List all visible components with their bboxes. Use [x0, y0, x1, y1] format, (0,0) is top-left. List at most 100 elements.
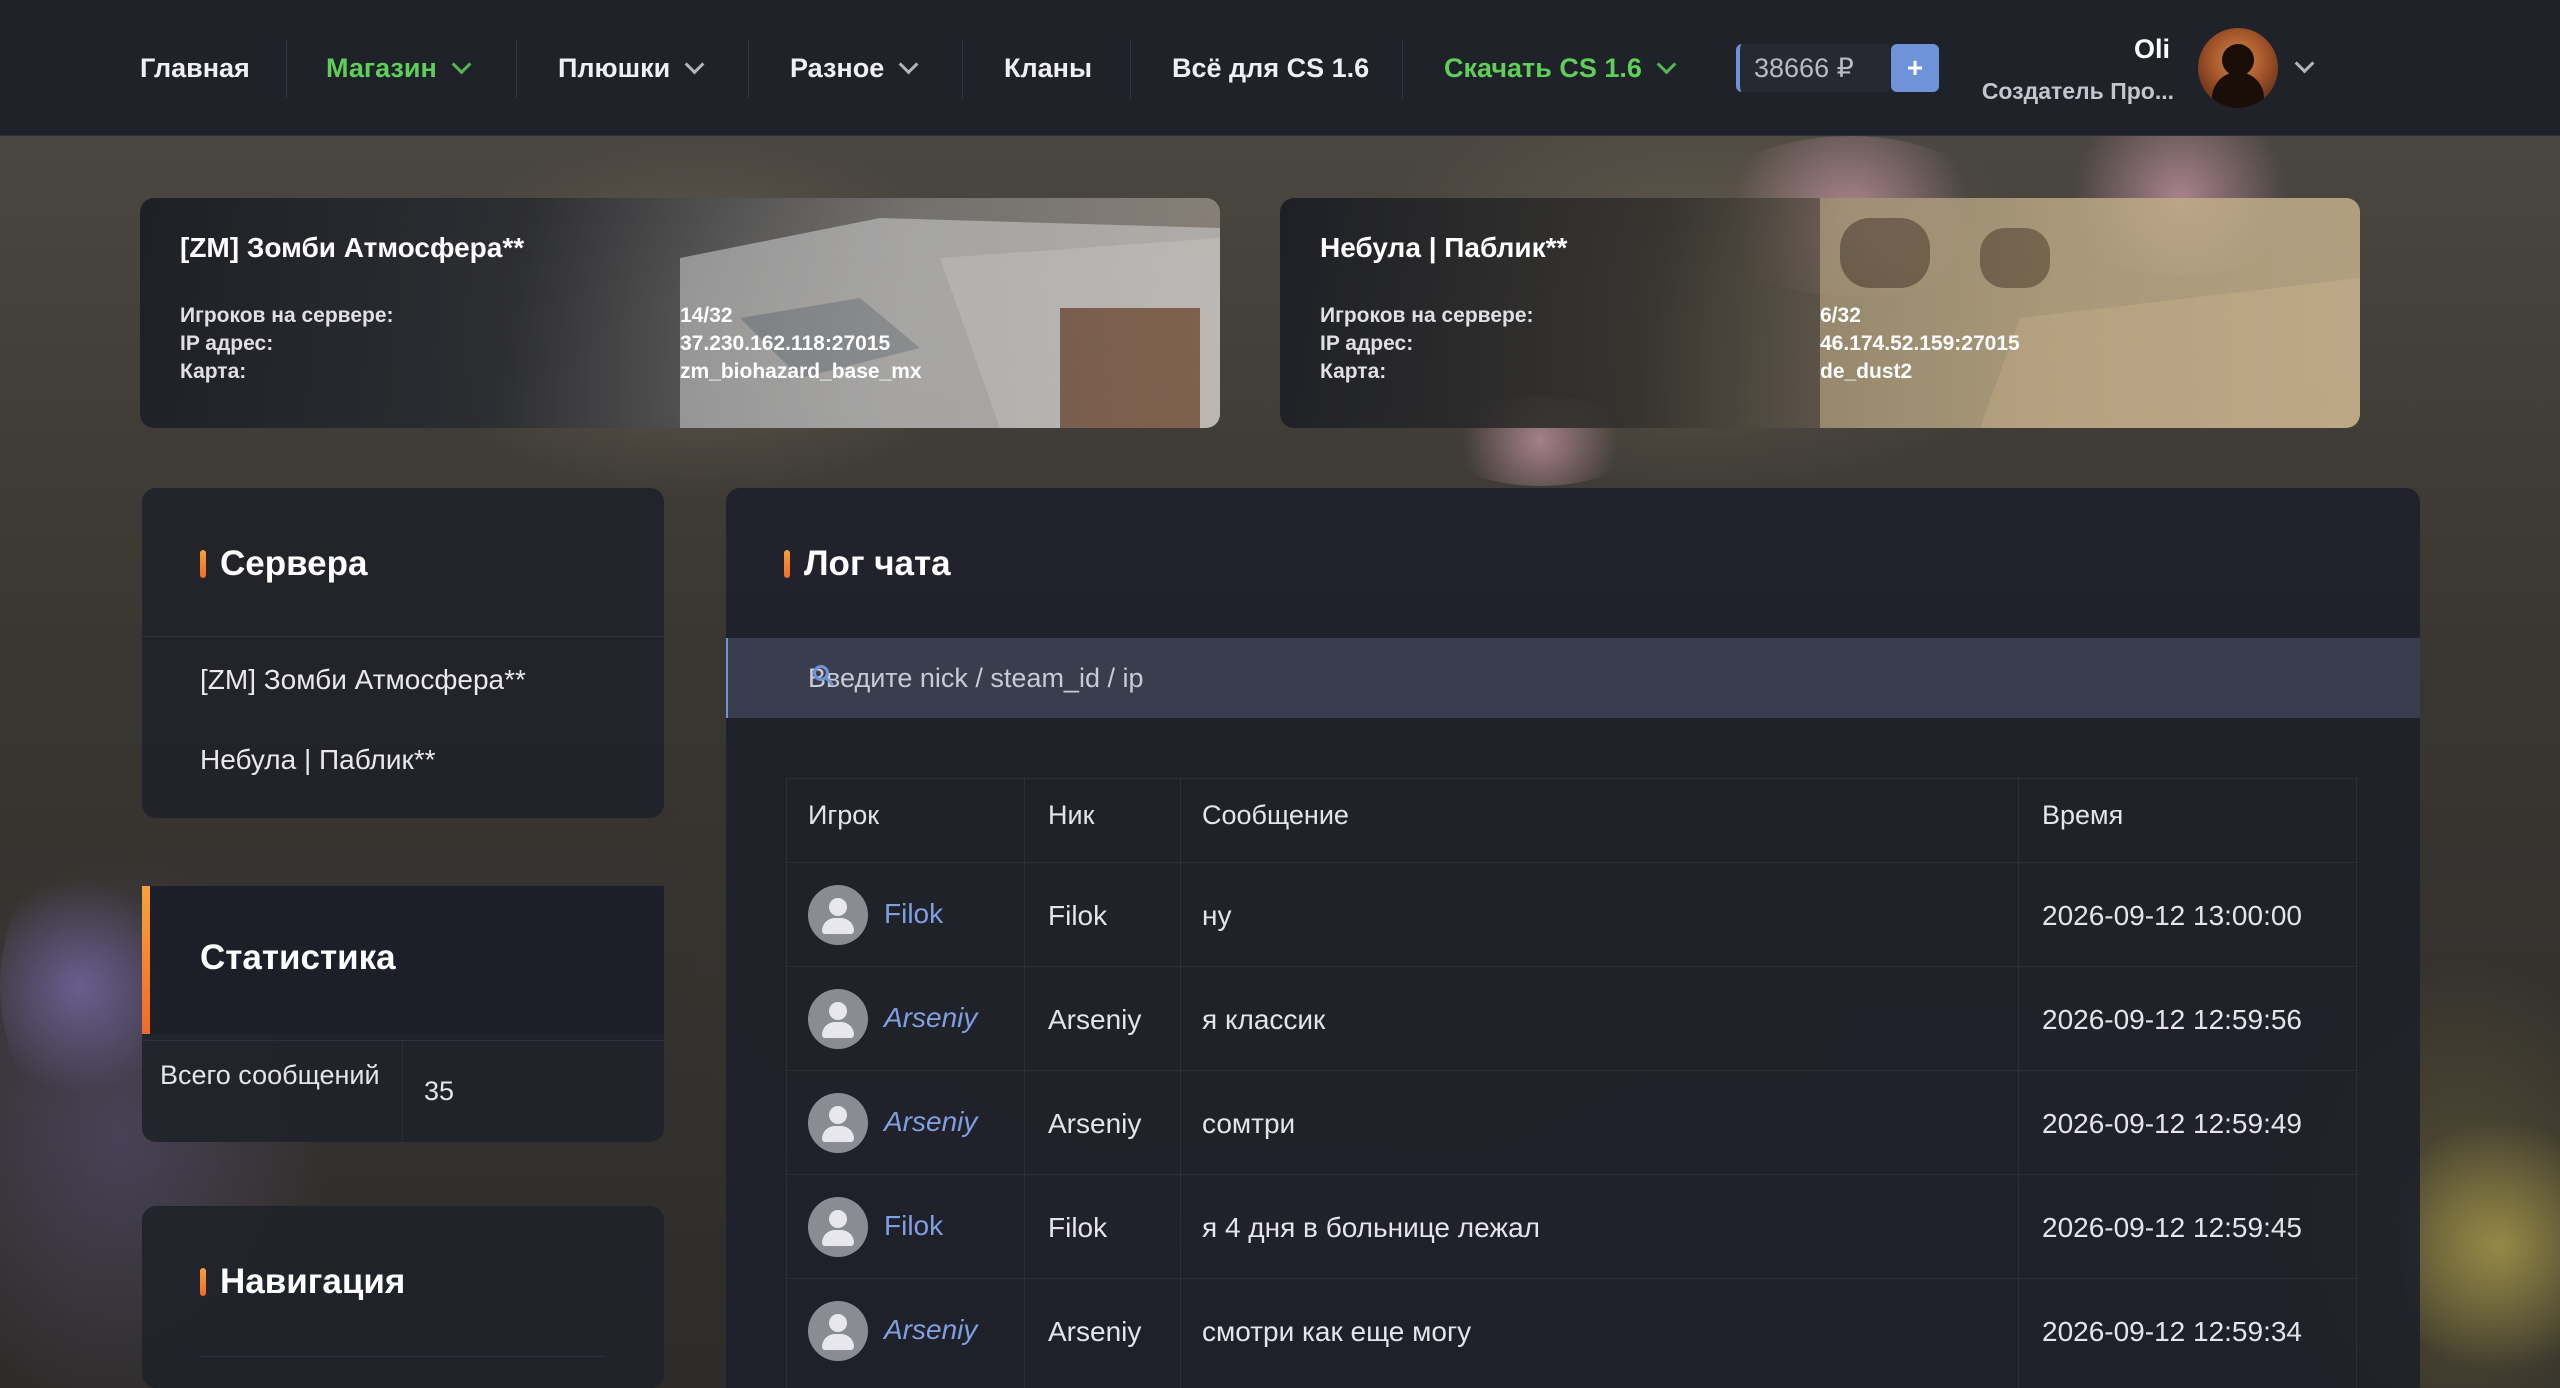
nav-shop-label: Магазин — [326, 52, 437, 83]
message-cell: сомтри — [1202, 1108, 1296, 1139]
player-link[interactable]: Arseniy — [884, 1314, 977, 1346]
time-cell: 2026-09-12 12:59:34 — [2042, 1316, 2302, 1347]
user-name[interactable]: Oli — [2134, 34, 2170, 65]
sidebar-server-link[interactable]: [ZM] Зомби Атмосфера** — [200, 664, 526, 696]
stats-value: 35 — [424, 1076, 455, 1106]
table-border — [2356, 778, 2357, 1388]
user-role: Создатель Про... — [1981, 78, 2174, 104]
time-cell: 2026-09-12 12:59:56 — [2042, 1004, 2302, 1035]
nav-separator — [1130, 40, 1131, 98]
nick-cell: Arseniy — [1048, 1004, 1142, 1035]
nav-home[interactable]: Главная — [140, 48, 250, 88]
plus-icon: + — [1906, 52, 1924, 83]
player-link[interactable]: Arseniy — [884, 1002, 977, 1034]
table-border — [786, 1070, 2358, 1071]
map-preview-image — [1820, 198, 2360, 428]
search-placeholder: Введите nick / steam_id / ip — [808, 662, 1144, 693]
search-input[interactable]: Введите nick / steam_id / ip — [726, 638, 2420, 718]
ip-value[interactable]: 46.174.52.159:27015 — [1820, 332, 2020, 356]
player-avatar[interactable] — [808, 1093, 868, 1153]
balance-display: 38666 ₽ — [1736, 44, 1890, 92]
nav-separator — [962, 40, 963, 98]
divider — [402, 1040, 403, 1140]
sidebar-server-link[interactable]: Небула | Паблик** — [200, 744, 436, 776]
nav-shop[interactable]: Магазин — [326, 48, 472, 88]
time-cell: 2026-09-12 12:59:49 — [2042, 1108, 2302, 1139]
add-funds-button[interactable]: + — [1891, 44, 1939, 92]
nick-cell: Filok — [1048, 1212, 1108, 1243]
column-header-message[interactable]: Сообщение — [1202, 800, 1349, 831]
nick-cell: Arseniy — [1048, 1108, 1142, 1139]
nav-misc[interactable]: Разное — [790, 48, 919, 88]
table-border — [786, 778, 2358, 779]
nav-misc-label: Разное — [790, 52, 885, 83]
message-cell: я классик — [1202, 1004, 1326, 1035]
chevron-down-icon — [1656, 54, 1677, 75]
column-header-player[interactable]: Игрок — [808, 800, 879, 831]
server-name: Небула | Паблик** — [1320, 232, 1568, 263]
nav-cs16-stuff-label: Всё для CS 1.6 — [1172, 52, 1370, 83]
accent-bar — [200, 550, 206, 578]
nav-cs16-stuff[interactable]: Всё для CS 1.6 — [1172, 48, 1369, 88]
user-menu-chevron-icon[interactable] — [2294, 53, 2315, 74]
server-card[interactable]: [ZM] Зомби Атмосфера** Игроков на сервер… — [140, 198, 1220, 428]
nav-download-label: Скачать CS 1.6 — [1444, 52, 1642, 83]
search-icon — [813, 665, 834, 686]
map-preview-image — [680, 218, 1220, 428]
player-link[interactable]: Filok — [884, 898, 943, 930]
accent-bar — [784, 550, 790, 578]
nav-separator — [748, 40, 749, 98]
servers-title-text: Сервера — [220, 544, 368, 583]
table-border — [786, 1174, 2358, 1175]
player-avatar[interactable] — [808, 885, 868, 945]
message-cell: я 4 дня в больнице лежал — [1202, 1212, 1541, 1243]
divider — [142, 636, 664, 637]
column-header-nick[interactable]: Ник — [1048, 800, 1094, 831]
message-cell: смотри как еще могу — [1202, 1316, 1472, 1347]
player-avatar[interactable] — [808, 989, 868, 1049]
players-value: 6/32 — [1820, 304, 1861, 327]
player-avatar[interactable] — [808, 1197, 868, 1257]
chat-log-title: Лог чата — [784, 544, 951, 584]
table-border — [786, 862, 2358, 863]
navigation-panel-title: Навигация — [200, 1262, 405, 1302]
table-border — [2018, 778, 2019, 1388]
ip-value[interactable]: 37.230.162.118:27015 — [680, 332, 890, 356]
chat-log-panel — [726, 488, 2420, 1388]
players-value: 14/32 — [680, 304, 733, 327]
table-border — [1180, 778, 1181, 1388]
nav-home-label: Главная — [140, 52, 250, 83]
nick-cell: Arseniy — [1048, 1316, 1142, 1347]
message-cell: ну — [1202, 900, 1232, 931]
player-link[interactable]: Filok — [884, 1210, 943, 1242]
player-link[interactable]: Arseniy — [884, 1106, 977, 1138]
players-label: Игроков на сервере: — [1320, 304, 1534, 327]
servers-panel-title: Сервера — [200, 544, 368, 584]
column-header-time[interactable]: Время — [2042, 800, 2123, 831]
top-navbar: Главная Магазин Плюшки Разное Кланы Всё … — [0, 0, 2560, 136]
server-card[interactable]: Небула | Паблик** Игроков на сервере: 6/… — [1280, 198, 2360, 428]
player-avatar[interactable] — [808, 1301, 868, 1361]
nav-download-cs16[interactable]: Скачать CS 1.6 — [1444, 48, 1677, 88]
stats-label: Всего сообщений — [160, 1060, 380, 1090]
navigation-title-text: Навигация — [220, 1262, 406, 1301]
server-name: [ZM] Зомби Атмосфера** — [180, 232, 525, 263]
time-cell: 2026-09-12 12:59:45 — [2042, 1212, 2302, 1243]
chat-log-title-text: Лог чата — [804, 544, 951, 583]
map-label: Карта: — [1320, 360, 1387, 383]
accent-bar — [200, 1268, 206, 1296]
nav-perks-label: Плюшки — [558, 52, 671, 83]
ip-label: IP адрес: — [180, 332, 274, 355]
chevron-down-icon — [898, 54, 919, 75]
table-border — [1024, 778, 1025, 1388]
nav-separator — [286, 40, 287, 98]
divider — [200, 1356, 604, 1357]
nav-perks[interactable]: Плюшки — [558, 48, 705, 88]
avatar[interactable] — [2198, 28, 2278, 108]
map-label: Карта: — [180, 360, 247, 383]
map-value: de_dust2 — [1820, 360, 1913, 383]
nav-clans[interactable]: Кланы — [1004, 48, 1092, 88]
chevron-down-icon — [451, 54, 472, 75]
ip-label: IP адрес: — [1320, 332, 1414, 355]
table-border — [786, 966, 2358, 967]
